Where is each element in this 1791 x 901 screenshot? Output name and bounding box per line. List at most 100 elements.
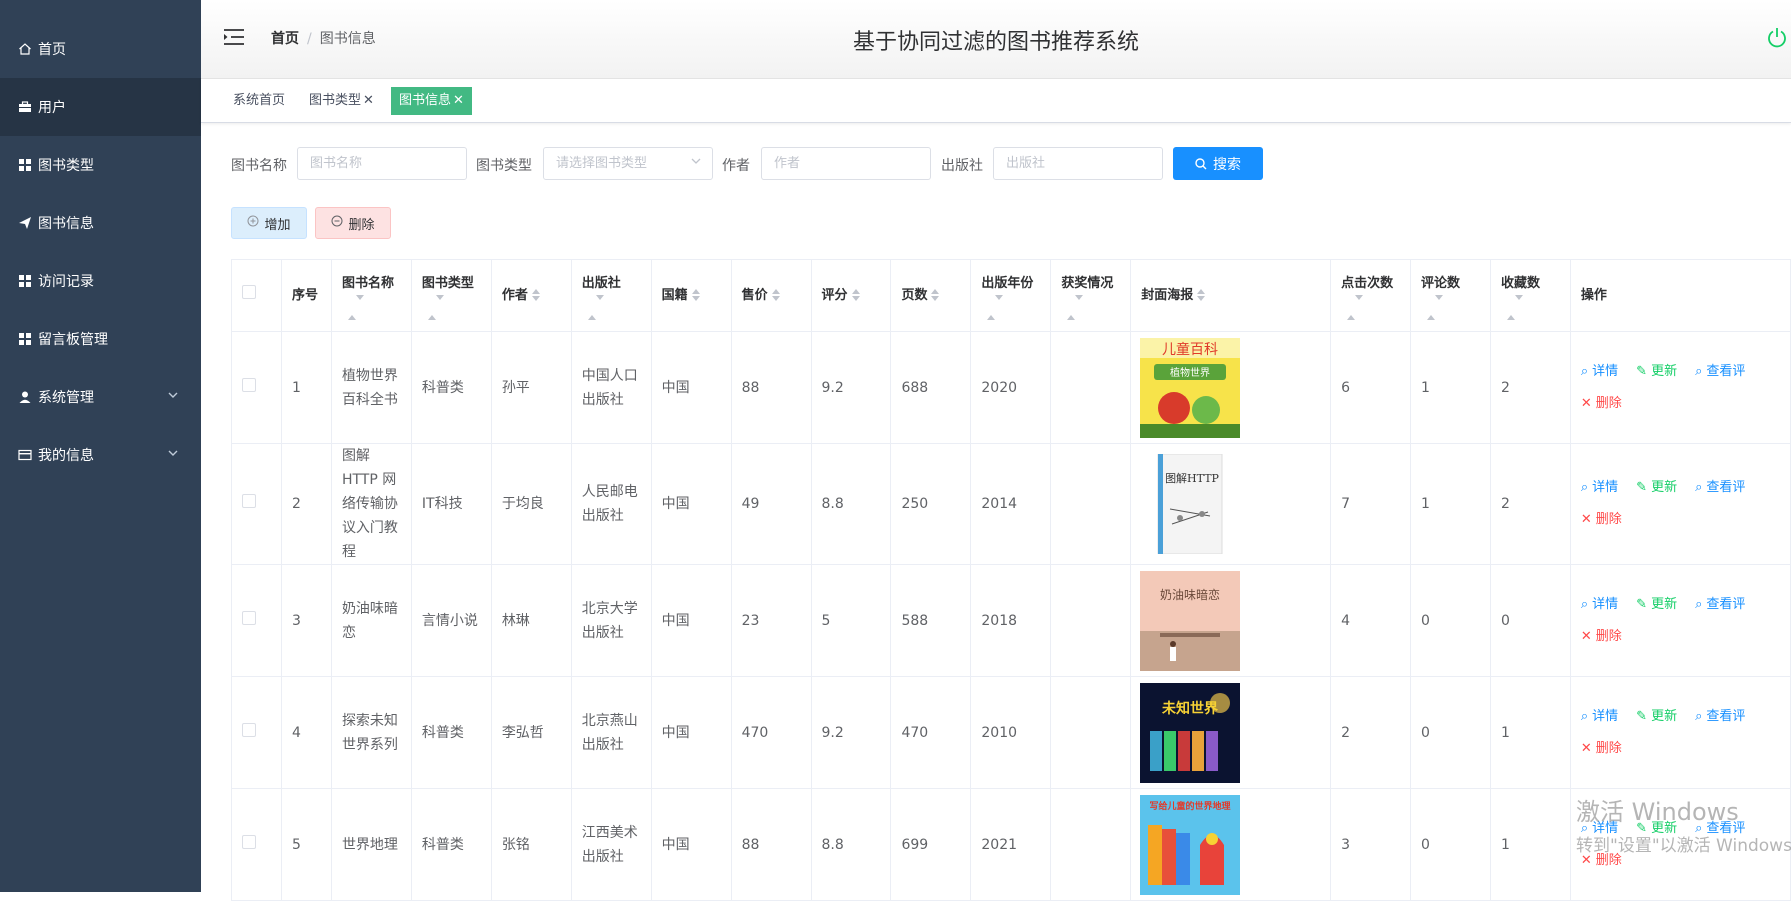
- cell-no: 2: [280, 443, 332, 565]
- view-reviews-button[interactable]: ⌕ 查看评: [1695, 705, 1745, 729]
- sort-icon[interactable]: [587, 294, 641, 320]
- sidebar-item-home[interactable]: 首页: [0, 20, 201, 78]
- tab-book-types[interactable]: 图书类型 ✕: [301, 87, 382, 115]
- search-button[interactable]: 搜索: [1173, 147, 1263, 180]
- sort-icon[interactable]: [691, 289, 700, 301]
- detail-button[interactable]: ⌕ 详情: [1581, 705, 1618, 729]
- author-input[interactable]: [761, 147, 931, 180]
- sidebar-item-system-management[interactable]: 系统管理: [0, 368, 201, 426]
- close-icon: ✕: [1580, 512, 1592, 527]
- row-delete-button[interactable]: ✕ 删除: [1581, 737, 1622, 761]
- publisher-input[interactable]: [993, 147, 1163, 180]
- col-header-score[interactable]: 评分: [810, 259, 892, 332]
- col-header-price[interactable]: 售价: [730, 259, 812, 332]
- cover-image[interactable]: 图解HTTP: [1140, 454, 1241, 554]
- row-select-cell: [231, 331, 282, 444]
- col-header-country[interactable]: 国籍: [650, 259, 732, 332]
- row-delete-button[interactable]: ✕ 删除: [1581, 849, 1622, 873]
- sort-icon[interactable]: [931, 289, 940, 301]
- sort-icon[interactable]: [1067, 294, 1120, 320]
- sidebar-item-book-types[interactable]: 图书类型: [0, 136, 201, 194]
- close-icon[interactable]: ✕: [453, 93, 464, 108]
- edit-icon: ✎: [1636, 480, 1648, 495]
- cell-comments: 0: [1410, 564, 1491, 677]
- row-checkbox[interactable]: [242, 722, 256, 737]
- cell-year: 2014: [970, 443, 1052, 565]
- sort-icon[interactable]: [987, 294, 1040, 320]
- detail-button[interactable]: ⌕ 详情: [1581, 476, 1618, 500]
- sort-icon[interactable]: [1197, 289, 1206, 301]
- close-icon[interactable]: ✕: [363, 93, 374, 108]
- sort-icon[interactable]: [1427, 294, 1480, 320]
- sort-icon[interactable]: [851, 289, 860, 301]
- col-header-comments[interactable]: 评论数: [1410, 259, 1491, 332]
- sort-icon[interactable]: [771, 289, 780, 301]
- view-reviews-button[interactable]: ⌕ 查看评: [1695, 360, 1745, 384]
- col-header-award[interactable]: 获奖情况: [1050, 259, 1132, 332]
- cell-award: [1050, 564, 1132, 677]
- cover-image[interactable]: 写给儿童的世界地理: [1140, 794, 1241, 895]
- row-checkbox[interactable]: [242, 610, 256, 625]
- sidebar-item-users[interactable]: 用户: [0, 78, 201, 136]
- col-header-clicks[interactable]: 点击次数: [1330, 259, 1412, 332]
- add-button[interactable]: 增加: [231, 207, 307, 239]
- sort-icon[interactable]: [427, 294, 481, 320]
- cover-image[interactable]: 奶油味暗恋: [1140, 570, 1241, 671]
- row-delete-button[interactable]: ✕ 删除: [1581, 508, 1622, 532]
- cell-comments: 1: [1410, 443, 1491, 565]
- search-icon: ⌕: [1580, 596, 1589, 612]
- cell-actions: ⌕ 详情 ✎ 更新 ⌕ 查看评 ✕ 删除: [1569, 564, 1791, 677]
- update-button[interactable]: ✎ 更新: [1636, 476, 1677, 500]
- sidebar-item-my-info[interactable]: 我的信息: [0, 426, 201, 484]
- cell-price: 88: [730, 331, 812, 444]
- tab-system-home[interactable]: 系统首页: [225, 87, 293, 115]
- view-reviews-button[interactable]: ⌕ 查看评: [1695, 817, 1745, 841]
- cell-award: [1050, 443, 1132, 565]
- delete-button[interactable]: 删除: [315, 207, 391, 239]
- book-type-select[interactable]: 请选择图书类型: [543, 147, 713, 180]
- cell-name: 世界地理: [330, 788, 412, 901]
- update-button[interactable]: ✎ 更新: [1636, 593, 1677, 617]
- detail-button[interactable]: ⌕ 详情: [1581, 593, 1618, 617]
- cover-image[interactable]: 儿童百科 植物世界: [1140, 337, 1241, 438]
- row-delete-button[interactable]: ✕ 删除: [1581, 625, 1622, 649]
- view-reviews-button[interactable]: ⌕ 查看评: [1695, 476, 1745, 500]
- sidebar-item-visit-records[interactable]: 访问记录: [0, 252, 201, 310]
- cell-clicks: 4: [1330, 564, 1412, 677]
- view-reviews-button[interactable]: ⌕ 查看评: [1695, 593, 1745, 617]
- col-header-pages[interactable]: 页数: [890, 259, 972, 332]
- update-button[interactable]: ✎ 更新: [1636, 705, 1677, 729]
- update-button[interactable]: ✎ 更新: [1636, 817, 1677, 841]
- sort-icon[interactable]: [1347, 294, 1400, 320]
- col-header-name[interactable]: 图书名称: [330, 259, 412, 332]
- sidebar-item-book-info[interactable]: 图书信息: [0, 194, 201, 252]
- cell-favorites: 2: [1489, 443, 1571, 565]
- detail-button[interactable]: ⌕ 详情: [1581, 360, 1618, 384]
- row-checkbox[interactable]: [242, 377, 256, 392]
- cell-author: 张铭: [490, 788, 572, 901]
- cover-image[interactable]: 未知世界: [1140, 682, 1241, 783]
- power-icon[interactable]: [1765, 26, 1791, 52]
- select-all-checkbox[interactable]: [242, 284, 256, 299]
- tab-book-info[interactable]: 图书信息 ✕: [391, 87, 472, 115]
- row-checkbox[interactable]: [242, 834, 256, 849]
- edit-icon: ✎: [1636, 596, 1648, 612]
- row-checkbox[interactable]: [242, 494, 256, 508]
- col-header-cover[interactable]: 封面海报: [1130, 259, 1332, 332]
- sort-icon[interactable]: [347, 294, 401, 320]
- col-header-type[interactable]: 图书类型: [410, 259, 492, 332]
- sidebar-item-message-board[interactable]: 留言板管理: [0, 310, 201, 368]
- detail-button[interactable]: ⌕ 详情: [1581, 817, 1618, 841]
- update-button[interactable]: ✎ 更新: [1636, 360, 1677, 384]
- cell-price: 470: [730, 676, 812, 789]
- row-delete-button[interactable]: ✕ 删除: [1581, 392, 1622, 416]
- col-header-publisher[interactable]: 出版社: [570, 259, 652, 332]
- sort-icon[interactable]: [1506, 294, 1560, 320]
- page-title: 基于协同过滤的图书推荐系统: [852, 30, 1139, 55]
- book-name-input[interactable]: [297, 147, 467, 180]
- col-header-favorites[interactable]: 收藏数: [1489, 259, 1571, 332]
- col-header-year[interactable]: 出版年份: [970, 259, 1052, 332]
- col-header-author[interactable]: 作者: [490, 259, 572, 332]
- sort-icon[interactable]: [531, 289, 540, 301]
- tab-label: 图书类型: [309, 93, 362, 108]
